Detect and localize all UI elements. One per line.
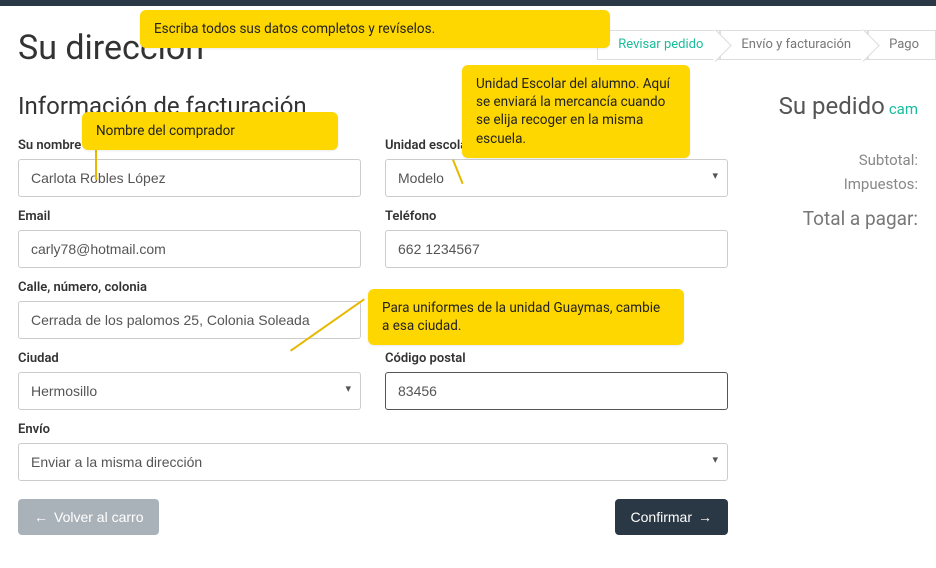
postal-input[interactable]: [385, 372, 728, 410]
city-select[interactable]: Hermosillo: [18, 372, 361, 410]
back-button-label: Volver al carro: [54, 509, 143, 525]
arrow-left-icon: ←: [34, 509, 48, 525]
callout-school: Unidad Escolar del alumno. Aquí se envia…: [462, 65, 690, 158]
address-label: Calle, número, colonia: [18, 280, 361, 295]
change-link[interactable]: cam: [889, 100, 918, 118]
order-summary: Su pedido cam Subtotal: Impuestos: Total…: [768, 92, 918, 535]
confirm-button-label: Confirmar: [631, 509, 692, 525]
phone-input[interactable]: [385, 230, 728, 268]
checkout-breadcrumb: Revisar pedido Envío y facturación Pago: [597, 30, 936, 60]
postal-label: Código postal: [385, 351, 728, 366]
breadcrumb-label: Pago: [889, 37, 919, 52]
shipping-label: Envío: [18, 422, 728, 437]
breadcrumb-step-review[interactable]: Revisar pedido: [597, 30, 720, 60]
tax-label: Impuestos:: [768, 172, 918, 196]
subtotal-label: Subtotal:: [768, 148, 918, 172]
breadcrumb-label: Envío y facturación: [741, 37, 851, 52]
callout-top: Escriba todos sus datos completos y reví…: [140, 10, 610, 48]
breadcrumb-step-shipping[interactable]: Envío y facturación: [720, 30, 868, 60]
breadcrumb-label: Revisar pedido: [618, 37, 703, 52]
phone-label: Teléfono: [385, 209, 728, 224]
school-select[interactable]: Modelo: [385, 159, 728, 197]
back-button[interactable]: ← Volver al carro: [18, 499, 159, 535]
city-label: Ciudad: [18, 351, 361, 366]
order-title: Su pedido: [779, 92, 885, 120]
callout-city: Para uniformes de la unidad Guaymas, cam…: [368, 289, 684, 345]
email-label: Email: [18, 209, 361, 224]
address-input[interactable]: [18, 301, 361, 339]
total-label: Total a pagar:: [768, 204, 918, 234]
shipping-select[interactable]: Enviar a la misma dirección: [18, 443, 728, 481]
arrow-right-icon: →: [698, 509, 712, 525]
confirm-button[interactable]: Confirmar →: [615, 499, 728, 535]
name-input[interactable]: [18, 159, 361, 197]
callout-name: Nombre del comprador: [82, 112, 338, 150]
email-input[interactable]: [18, 230, 361, 268]
callout-connector: [95, 150, 97, 180]
